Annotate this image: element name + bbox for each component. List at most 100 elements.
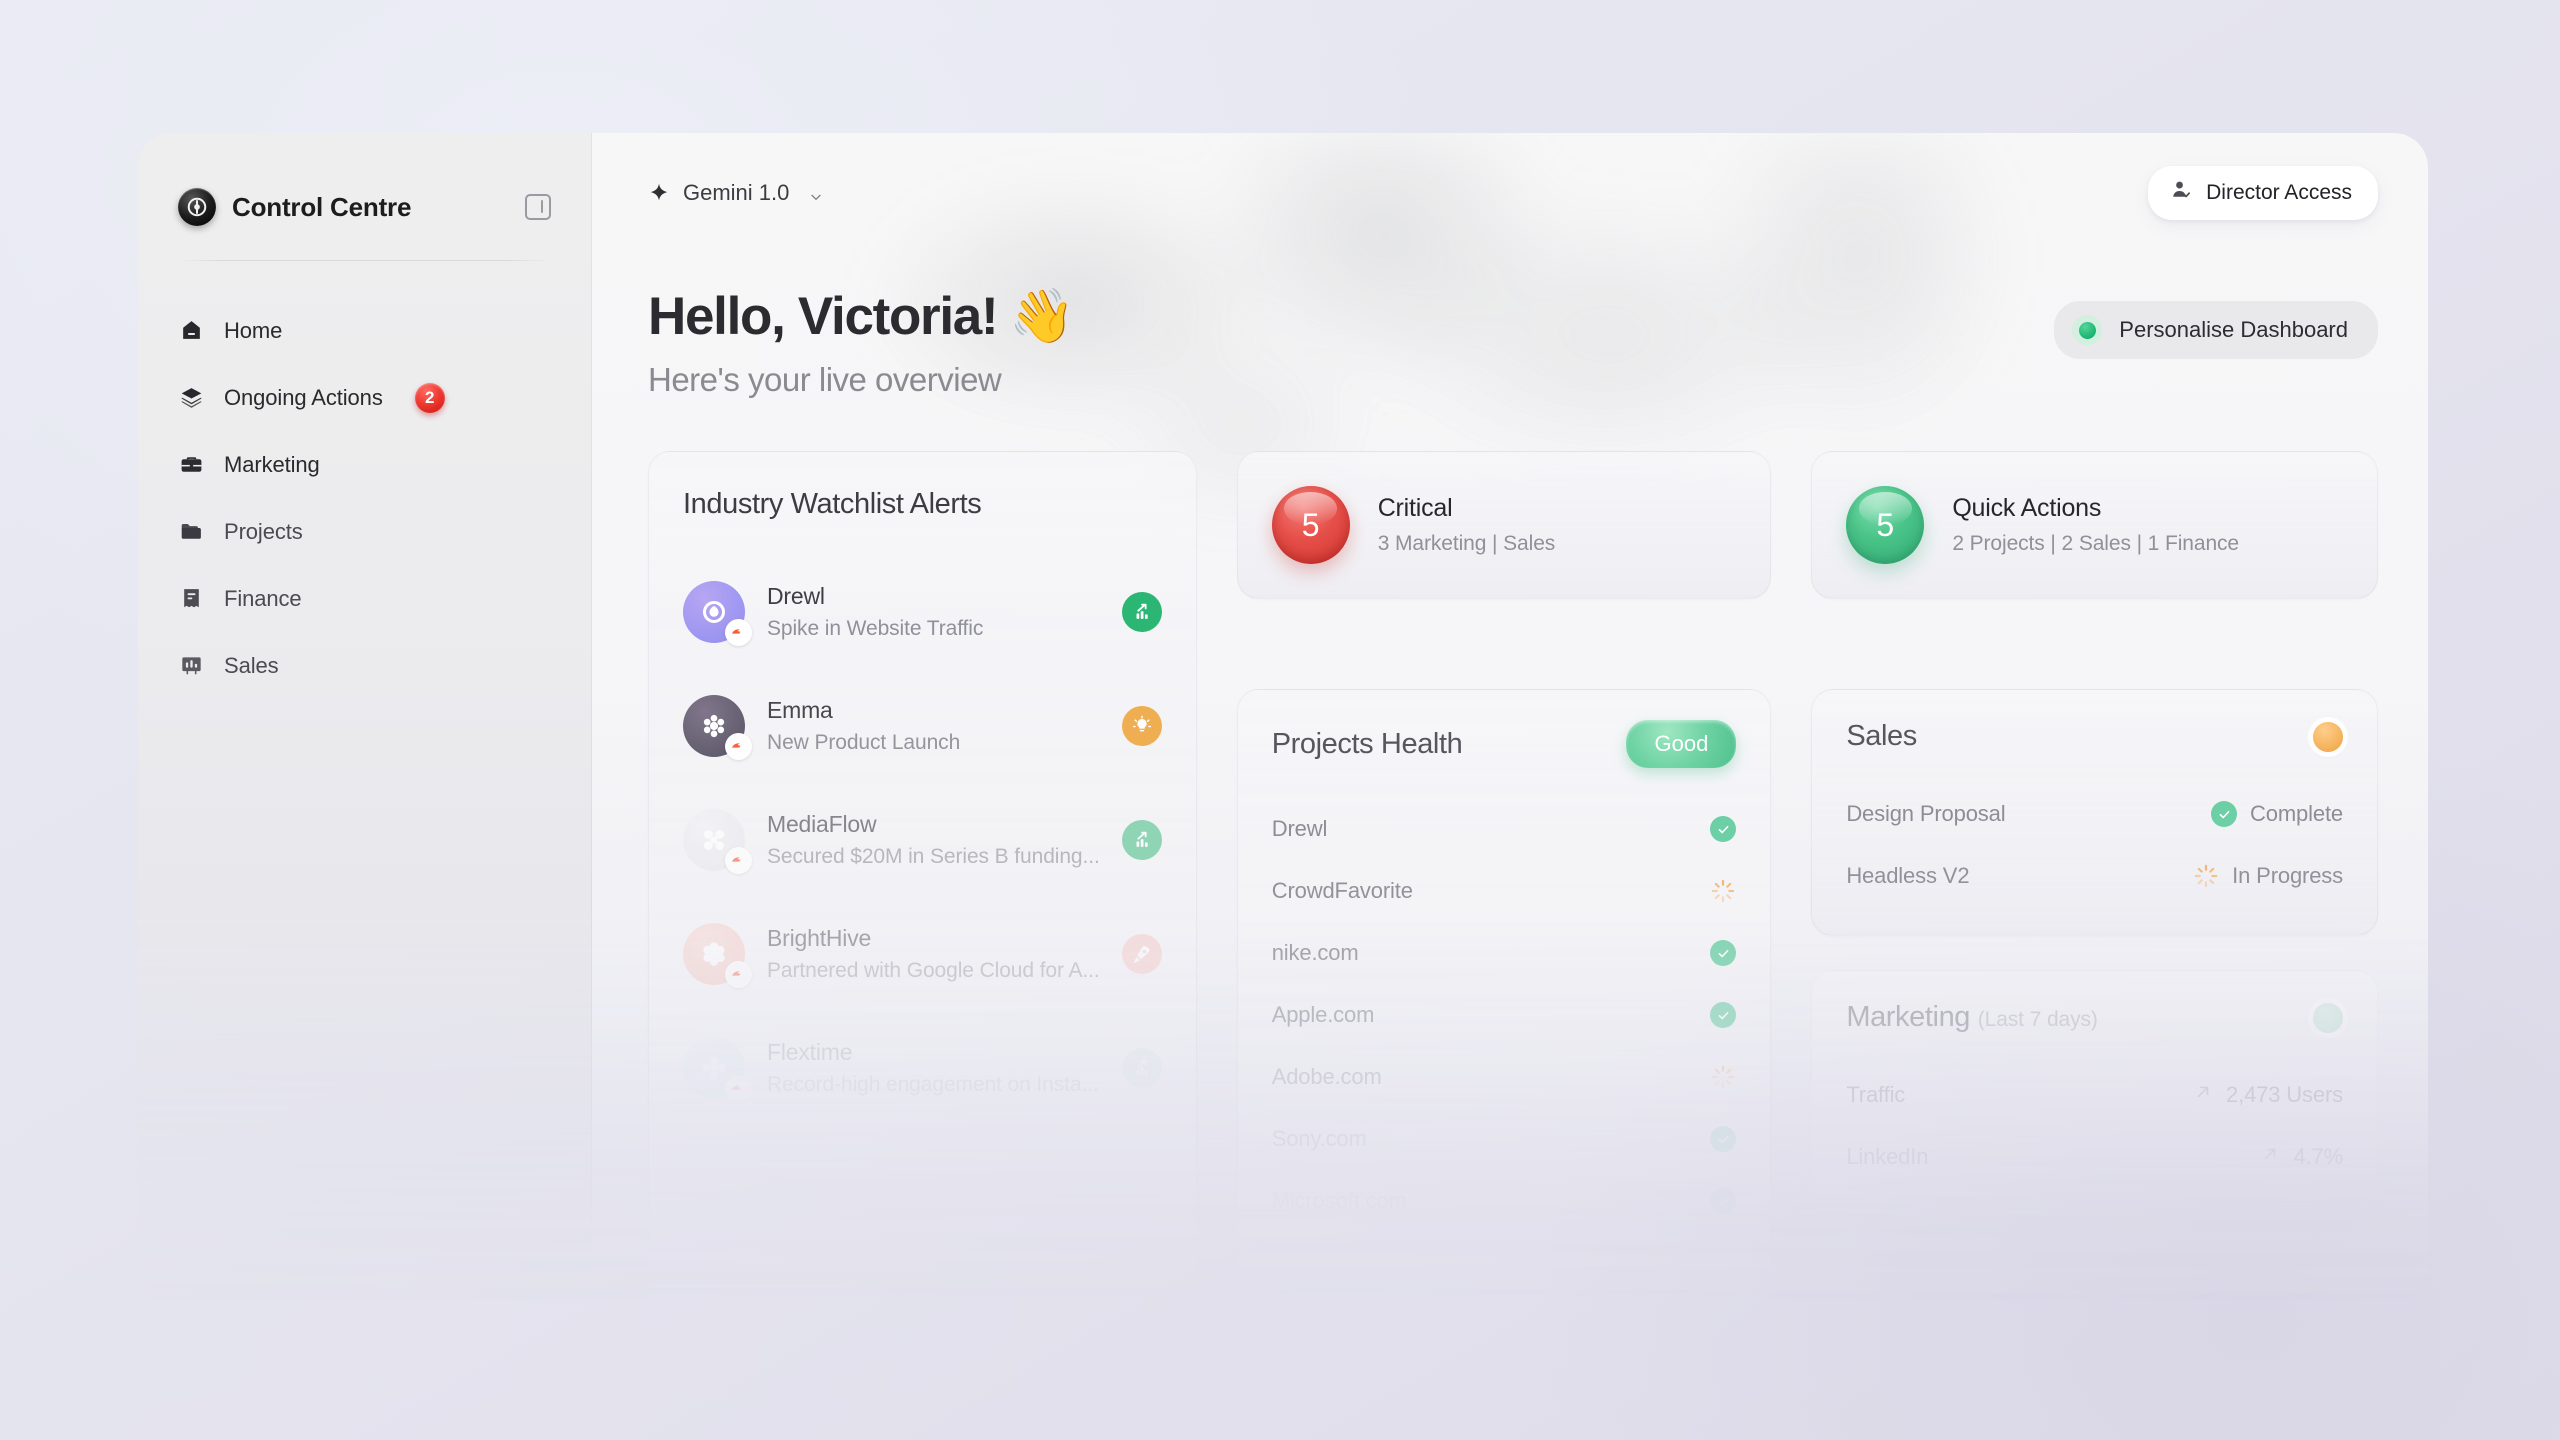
sidebar-item-label: Home: [224, 317, 283, 343]
waving-hand-icon: 👋: [1009, 287, 1075, 346]
stat-subtitle: 2 Projects | 2 Sales | 1 Finance: [1952, 532, 2240, 555]
growth-icon: [1121, 592, 1162, 632]
folder-icon: [178, 519, 204, 545]
sidebar-item-label: Marketing: [224, 451, 320, 477]
sales-item-status: Complete: [2211, 801, 2343, 827]
sidebar-item-projects[interactable]: Projects: [138, 498, 591, 565]
check-icon: [2211, 801, 2238, 827]
director-access-button[interactable]: Director Access: [2148, 166, 2378, 220]
project-name: Microsoft.com: [1271, 1188, 1407, 1213]
receipt-icon: [178, 586, 204, 612]
list-item[interactable]: Headless V2 In Progress: [1846, 845, 2343, 907]
briefcase-icon: [178, 452, 204, 478]
sidebar-item-finance[interactable]: Finance: [138, 565, 591, 632]
list-item[interactable]: Apple.com: [1272, 984, 1737, 1046]
project-name: Sony.com: [1271, 1126, 1367, 1151]
card-header: Projects Health Good: [1272, 720, 1737, 768]
rocket-icon: [1121, 934, 1162, 974]
card-title: Marketing (Last 7 days): [1846, 1001, 2098, 1034]
alerts-list: Drewl Spike in Website Traffic Emma New …: [683, 555, 1162, 1125]
alert-name: BrightHive: [767, 925, 872, 951]
list-item[interactable]: Sony.com: [1272, 1108, 1737, 1170]
trend-up-icon: [2260, 1144, 2280, 1170]
check-icon: [1710, 816, 1737, 842]
critical-count-badge: 5: [1271, 486, 1350, 564]
list-item[interactable]: Drewl Spike in Website Traffic: [683, 555, 1162, 669]
hero-section: Hello, Victoria! 👋 Here's your live over…: [592, 223, 2428, 399]
project-name: Apple.com: [1271, 1002, 1375, 1027]
chevron-down-icon: [808, 185, 824, 201]
sidebar-item-label: Finance: [224, 585, 302, 611]
card-header: Marketing (Last 7 days): [1846, 1001, 2343, 1034]
alert-name: Drewl: [767, 583, 825, 609]
main-content: Gemini 1.0 Director Access Hello, Victor…: [592, 133, 2428, 1313]
alert-name: Flextime: [767, 1039, 853, 1065]
project-name: CrowdFavorite: [1271, 878, 1413, 903]
marketing-metric-value: 4.7%: [2260, 1144, 2343, 1170]
sparkle-icon: [648, 182, 670, 204]
loading-spinner-icon: [1710, 1064, 1736, 1090]
card-title: Sales: [1846, 720, 1917, 752]
list-item[interactable]: Microsoft.com: [1272, 1170, 1737, 1232]
app-window: Control Centre Home Ongoing Actions 2 Ma…: [138, 133, 2428, 1313]
growth-icon: [1121, 1048, 1162, 1088]
model-selector[interactable]: Gemini 1.0: [648, 180, 824, 206]
marketing-title-suffix: (Last 7 days): [1977, 1008, 2098, 1031]
sidebar-item-marketing[interactable]: Marketing: [138, 431, 591, 498]
growth-icon: [1121, 820, 1162, 860]
chart-icon: [178, 653, 204, 679]
source-badge-icon: [725, 847, 752, 874]
panel-collapse-icon[interactable]: [525, 194, 551, 220]
source-badge-icon: [725, 619, 752, 646]
source-badge-icon: [725, 961, 752, 988]
list-item[interactable]: Emma New Product Launch: [683, 669, 1162, 783]
sidebar-item-label: Projects: [224, 518, 303, 544]
marketing-metric-value: 2,473 Users: [2193, 1082, 2343, 1108]
stat-subtitle: 3 Marketing | Sales: [1377, 532, 1556, 555]
sales-item-status-label: In Progress: [2232, 863, 2343, 888]
check-icon: [1710, 1002, 1737, 1028]
layers-icon: [178, 385, 204, 411]
list-item[interactable]: Drewl: [1272, 798, 1737, 860]
list-item[interactable]: LinkedIn 4.7%: [1846, 1126, 2343, 1188]
brand-header: Control Centre: [138, 133, 591, 226]
marketing-card: Marketing (Last 7 days) Traffic 2,473 Us…: [1811, 970, 2378, 1217]
alert-description: Partnered with Google Cloud for A...: [767, 959, 1100, 982]
status-dot-icon: [2072, 315, 2103, 345]
director-access-label: Director Access: [2206, 181, 2352, 204]
dashboard-grid: 5 Critical 3 Marketing | Sales 5 Quick A…: [648, 451, 2378, 1313]
sidebar-item-sales[interactable]: Sales: [138, 632, 591, 699]
sidebar-item-ongoing-actions[interactable]: Ongoing Actions 2: [138, 364, 591, 431]
stat-title: Critical: [1377, 494, 1453, 522]
list-item[interactable]: Flextime Record-high engagement on Insta…: [683, 1011, 1162, 1125]
alert-name: MediaFlow: [767, 811, 877, 837]
sales-item-name: Headless V2: [1846, 863, 1970, 888]
alert-name: Emma: [767, 697, 833, 723]
sales-card: Sales Design Proposal Complete Headless …: [1811, 689, 2378, 936]
list-item[interactable]: nike.com: [1272, 922, 1737, 984]
list-item[interactable]: BrightHive Partnered with Google Cloud f…: [683, 897, 1162, 1011]
sales-item-status: In Progress: [2193, 863, 2343, 889]
alerts-title: Industry Watchlist Alerts: [683, 488, 982, 520]
project-name: Drewl: [1271, 816, 1328, 841]
list-item[interactable]: CrowdFavorite: [1272, 860, 1737, 922]
idea-icon: [1121, 706, 1162, 746]
stat-card-quick-actions[interactable]: 5 Quick Actions 2 Projects | 2 Sales | 1…: [1811, 451, 2378, 599]
app-title: Control Centre: [232, 191, 412, 222]
sidebar-item-label: Sales: [224, 652, 279, 678]
model-label: Gemini 1.0: [683, 180, 790, 205]
sidebar-item-home[interactable]: Home: [138, 297, 591, 364]
avatar: [683, 809, 752, 874]
loading-spinner-icon: [2193, 863, 2219, 889]
list-item[interactable]: Traffic 2,473 Users: [1846, 1064, 2343, 1126]
personalise-dashboard-button[interactable]: Personalise Dashboard: [2054, 301, 2378, 359]
list-item[interactable]: Design Proposal Complete: [1846, 783, 2343, 845]
top-bar: Gemini 1.0 Director Access: [592, 133, 2428, 223]
card-header: Sales: [1846, 720, 2343, 753]
source-badge-icon: [725, 733, 752, 760]
stat-card-critical[interactable]: 5 Critical 3 Marketing | Sales: [1236, 451, 1772, 599]
sales-marketing-column: Sales Design Proposal Complete Headless …: [1811, 689, 2378, 1313]
page-subtitle: Here's your live overview: [648, 360, 1002, 398]
list-item[interactable]: Adobe.com: [1272, 1046, 1737, 1108]
list-item[interactable]: MediaFlow Secured $20M in Series B fundi…: [683, 783, 1162, 897]
